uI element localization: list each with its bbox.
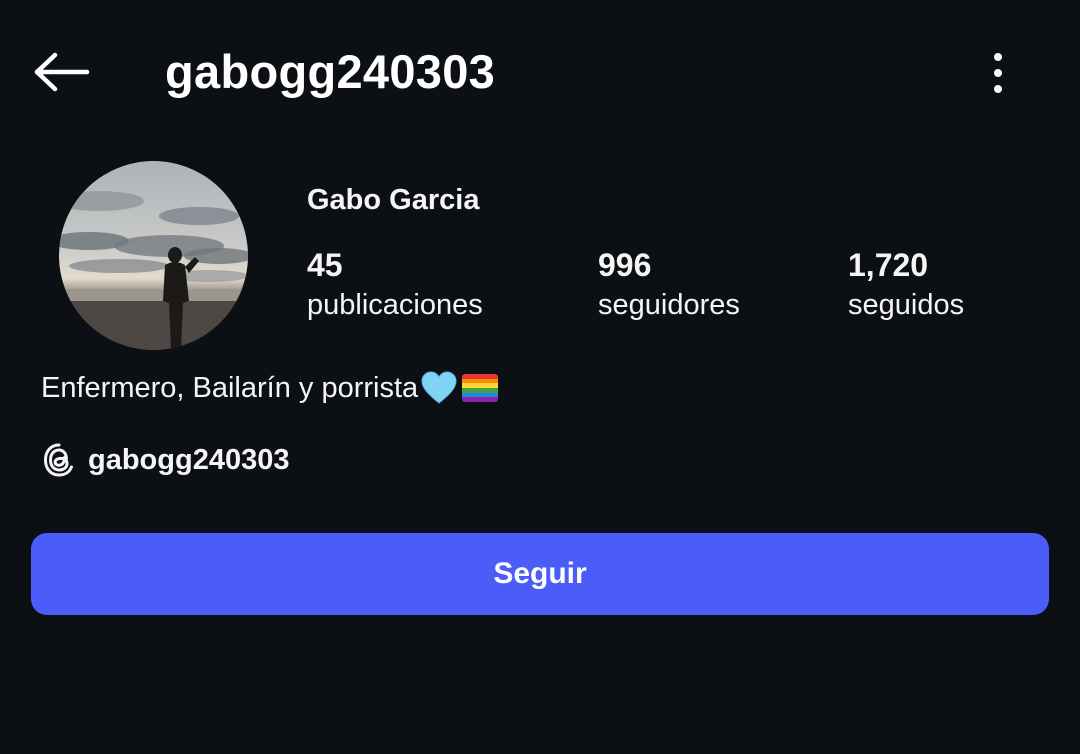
- following-label: seguidos: [848, 289, 965, 321]
- back-button[interactable]: [28, 46, 94, 98]
- posts-label: publicaciones: [307, 289, 483, 321]
- page-title: gabogg240303: [165, 45, 496, 98]
- arrow-left-icon: [34, 52, 90, 92]
- more-vertical-icon-dot: [994, 85, 1002, 93]
- stat-followers[interactable]: 996 seguidores: [598, 246, 740, 326]
- avatar[interactable]: [59, 161, 248, 350]
- follow-button[interactable]: Seguir: [31, 533, 1049, 615]
- followers-label: seguidores: [598, 289, 740, 321]
- more-vertical-icon-dot: [994, 69, 1002, 77]
- profile-full-name: Gabo Garcia: [307, 184, 480, 216]
- more-options-button[interactable]: [976, 48, 1020, 98]
- bio-text: Enfermero, Bailarín y porrista: [41, 371, 419, 404]
- followers-count: 996: [598, 247, 652, 283]
- stat-following[interactable]: 1,720 seguidos: [848, 246, 964, 326]
- light-blue-heart-icon: [421, 371, 457, 404]
- following-count: 1,720: [848, 247, 929, 283]
- threads-profile-link[interactable]: gabogg240303: [42, 440, 289, 480]
- more-vertical-icon: [994, 53, 1002, 61]
- posts-count: 45: [307, 247, 343, 283]
- profile-bio: Enfermero, Bailarín y porrista: [41, 370, 499, 406]
- avatar-photo: [59, 161, 248, 350]
- threads-icon: [43, 443, 73, 477]
- threads-handle: gabogg240303: [88, 443, 290, 476]
- rainbow-flag-icon: [462, 374, 499, 402]
- profile-page: gabogg240303 Gabo Garcia 45 publicacione…: [0, 0, 1080, 754]
- stat-posts[interactable]: 45 publicaciones: [307, 246, 483, 326]
